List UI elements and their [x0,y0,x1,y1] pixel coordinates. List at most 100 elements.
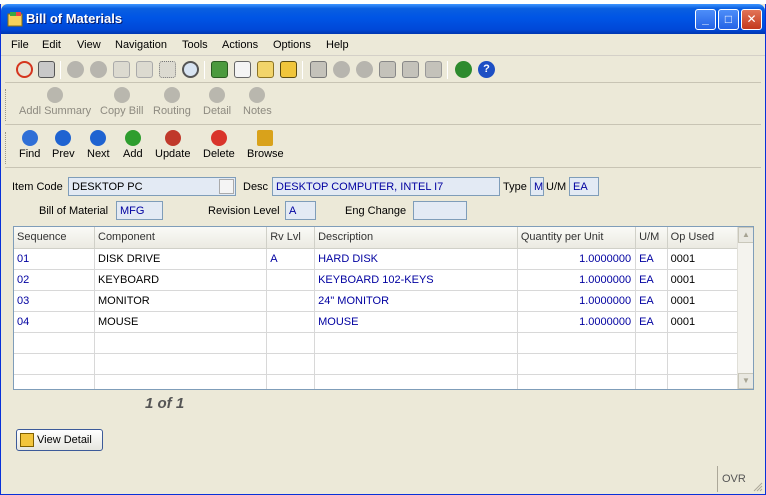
detail-button[interactable]: Detail [203,87,231,117]
table-row[interactable]: 02 KEYBOARD KEYBOARD 102-KEYS 1.0000000 … [14,269,739,291]
lookup-icon[interactable] [219,179,234,194]
find-button[interactable]: Find [19,130,40,160]
cell-component[interactable]: KEYBOARD [94,269,268,291]
table-row[interactable]: 01 DISK DRIVE A HARD DISK 1.0000000 EA 0… [14,248,739,270]
cell-sequence[interactable]: 03 [14,290,95,312]
cell-rv-lvl[interactable]: A [266,248,316,270]
col-quantity[interactable]: Quantity per Unit [517,227,637,249]
cell-quantity[interactable]: 1.0000000 [517,290,637,312]
um-field[interactable]: EA [569,177,599,196]
eng-change-field[interactable] [413,201,467,220]
table-row[interactable]: 03 MONITOR 24" MONITOR 1.0000000 EA 0001 [14,290,739,312]
empty-row[interactable] [14,374,739,389]
desc-field[interactable]: DESKTOP COMPUTER, INTEL I7 [272,177,500,196]
col-um[interactable]: U/M [635,227,668,249]
up-icon[interactable] [356,61,373,78]
cell-um[interactable]: EA [635,290,668,312]
attach-icon[interactable] [234,61,251,78]
cell-component[interactable]: MOUSE [94,311,268,333]
cell-rv-lvl[interactable] [266,311,316,333]
cell-sequence[interactable]: 01 [14,248,95,270]
col-description[interactable]: Description [314,227,518,249]
components-grid[interactable]: Sequence Component Rv Lvl Description Qu… [13,226,754,390]
cancel-icon[interactable] [90,61,107,78]
menu-options[interactable]: Options [273,39,311,51]
import-icon[interactable] [310,61,327,78]
maximize-button[interactable]: □ [718,9,739,30]
cell-description[interactable]: MOUSE [314,311,518,333]
report-icon[interactable] [257,61,274,78]
browse-button[interactable]: Browse [247,130,284,160]
copy-bill-button[interactable]: Copy Bill [100,87,143,117]
col-sequence[interactable]: Sequence [14,227,95,249]
update-button[interactable]: Update [155,130,190,160]
menu-help[interactable]: Help [326,39,349,51]
cell-description[interactable]: KEYBOARD 102-KEYS [314,269,518,291]
cell-quantity[interactable]: 1.0000000 [517,248,637,270]
add-button[interactable]: Add [123,130,143,160]
select-icon[interactable] [159,61,176,78]
routing-button[interactable]: Routing [153,87,191,117]
item-code-field[interactable]: DESKTOP PC [68,177,236,196]
menu-file[interactable]: File [11,39,29,51]
undo-icon[interactable] [425,61,442,78]
insert-icon[interactable] [379,61,396,78]
cell-sequence[interactable]: 04 [14,311,95,333]
cell-sequence[interactable]: 02 [14,269,95,291]
power-icon[interactable] [16,61,33,78]
addl-summary-button[interactable]: Addl Summary [19,87,91,117]
cell-quantity[interactable]: 1.0000000 [517,269,637,291]
notes-icon[interactable] [211,61,228,78]
next-button[interactable]: Next [87,130,110,160]
paste-icon[interactable] [136,61,153,78]
menu-tools[interactable]: Tools [182,39,208,51]
view-detail-button[interactable]: View Detail [16,429,103,451]
cell-um[interactable]: EA [635,311,668,333]
menu-view[interactable]: View [77,39,101,51]
menu-actions[interactable]: Actions [222,39,258,51]
cell-op-used[interactable]: 0001 [667,311,739,333]
title-bar[interactable]: Bill of Materials _ □ ✕ [1,4,765,34]
check-icon[interactable] [67,61,84,78]
vertical-scrollbar[interactable]: ▲ ▼ [737,227,753,389]
copy-icon[interactable] [113,61,130,78]
cell-um[interactable]: EA [635,248,668,270]
resize-grip-icon[interactable] [753,482,763,492]
chart-icon[interactable] [455,61,472,78]
close-button[interactable]: ✕ [741,9,762,30]
cell-rv-lvl[interactable] [266,290,316,312]
scroll-up-icon[interactable]: ▲ [738,227,753,243]
empty-row[interactable] [14,353,739,375]
empty-row[interactable] [14,332,739,354]
type-field[interactable]: M [530,177,544,196]
cell-op-used[interactable]: 0001 [667,290,739,312]
cell-component[interactable]: MONITOR [94,290,268,312]
cell-op-used[interactable]: 0001 [667,248,739,270]
minimize-button[interactable]: _ [695,9,716,30]
down-icon[interactable] [333,61,350,78]
table-row[interactable]: 04 MOUSE MOUSE 1.0000000 EA 0001 [14,311,739,333]
cell-op-used[interactable]: 0001 [667,269,739,291]
schedule-icon[interactable] [280,61,297,78]
bom-field[interactable]: MFG [116,201,163,220]
revision-field[interactable]: A [285,201,316,220]
prev-button[interactable]: Prev [52,130,75,160]
delete-button[interactable]: Delete [203,130,235,160]
cell-description[interactable]: HARD DISK [314,248,518,270]
cell-um[interactable]: EA [635,269,668,291]
cell-rv-lvl[interactable] [266,269,316,291]
cell-description[interactable]: 24" MONITOR [314,290,518,312]
scroll-down-icon[interactable]: ▼ [738,373,753,389]
find-icon[interactable] [182,61,199,78]
col-op-used[interactable]: Op Used [667,227,739,249]
remove-icon[interactable] [402,61,419,78]
notes-button[interactable]: Notes [243,87,272,117]
help-icon[interactable]: ? [478,61,495,78]
menu-navigation[interactable]: Navigation [115,39,167,51]
cell-quantity[interactable]: 1.0000000 [517,311,637,333]
cell-component[interactable]: DISK DRIVE [94,248,268,270]
menu-edit[interactable]: Edit [42,39,61,51]
col-rv-lvl[interactable]: Rv Lvl [266,227,316,249]
col-component[interactable]: Component [94,227,268,249]
print-icon[interactable] [38,61,55,78]
